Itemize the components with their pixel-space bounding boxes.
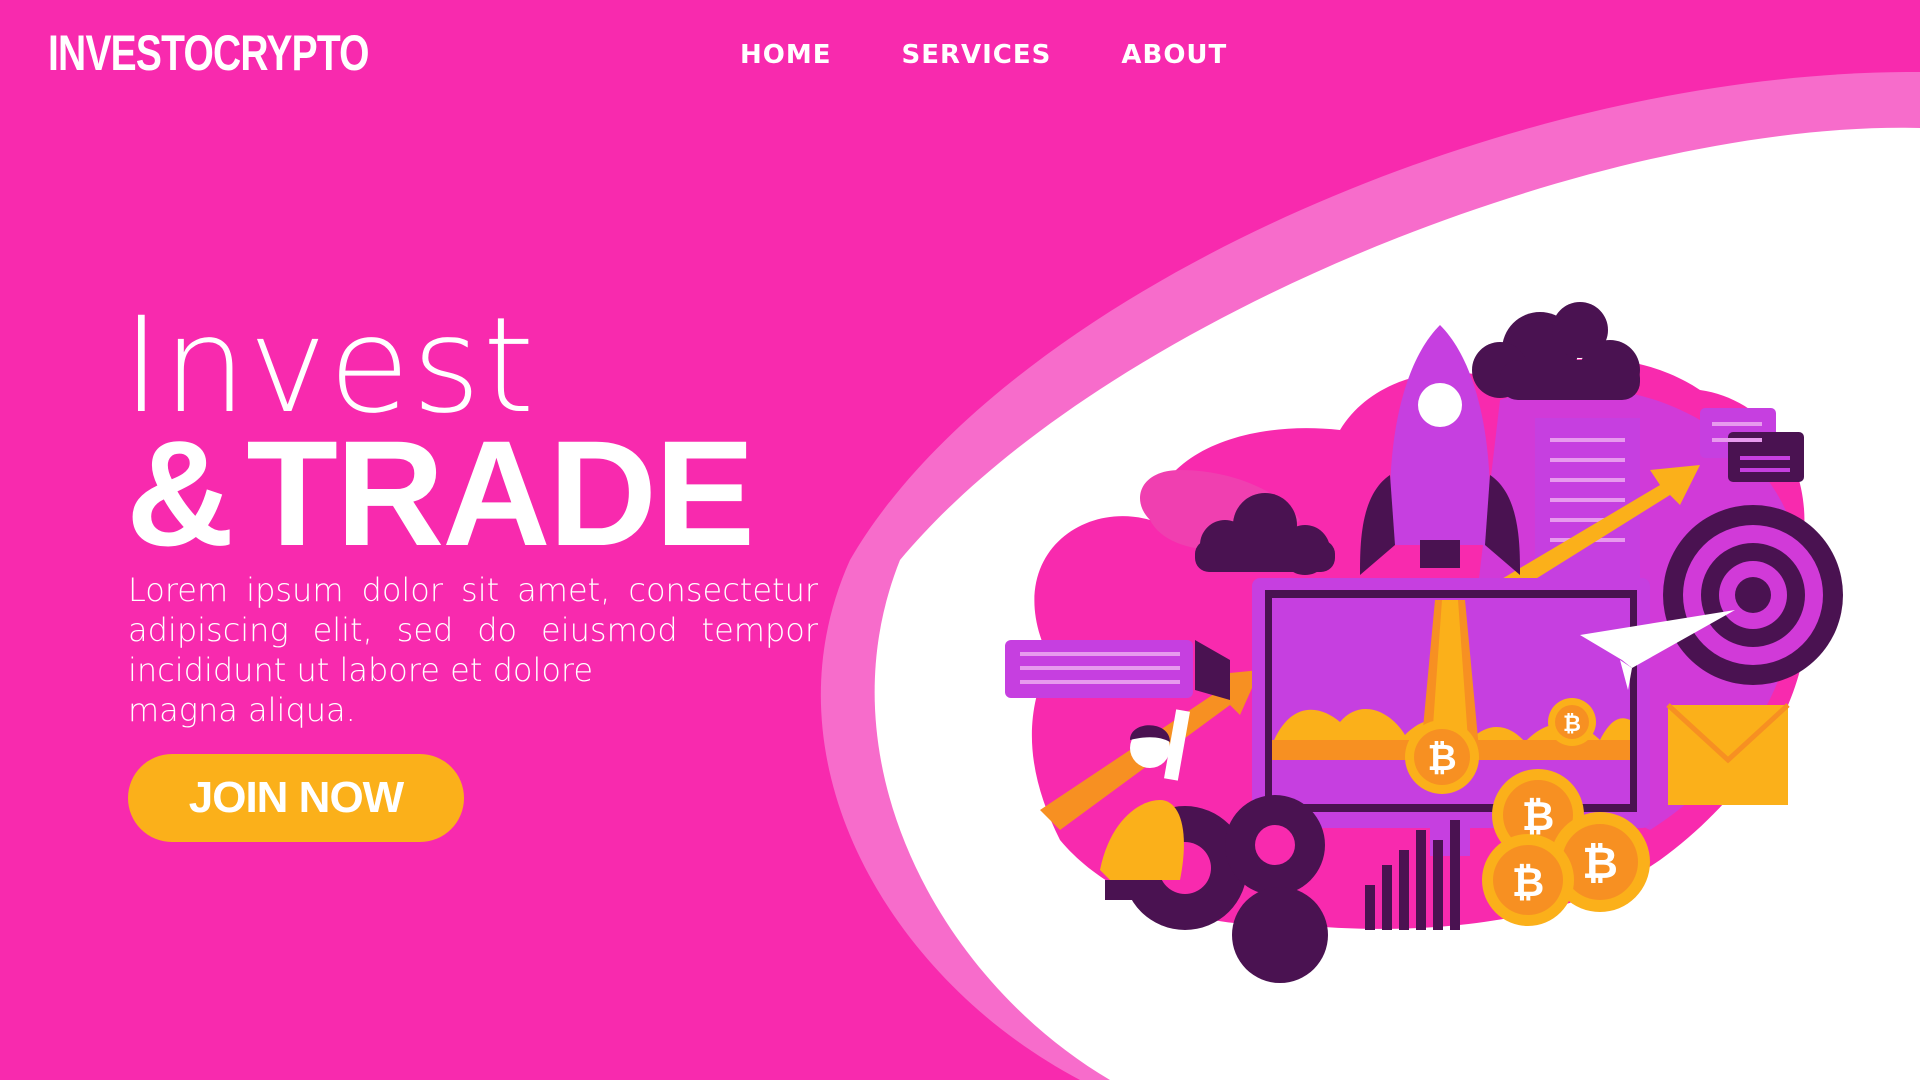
nav-about[interactable]: ABOUT	[1121, 40, 1227, 70]
coin-symbol: ₿	[1582, 838, 1618, 889]
hero-description-line: incididunt ut labore et dolore	[128, 651, 594, 689]
target-icon	[1663, 505, 1843, 685]
hero-title-trade: TRADE	[246, 409, 755, 577]
main-nav: HOME SERVICES ABOUT	[740, 40, 1227, 70]
hero-description-line: magna aliqua.	[128, 691, 356, 729]
hero-description: Lorem ipsum dolor sit amet, consectetur …	[128, 570, 818, 730]
nav-home[interactable]: HOME	[740, 40, 832, 70]
hero-description-line: Lorem ipsum dolor sit amet, consectetur	[128, 571, 818, 609]
hero-title-line2: &TRADE	[126, 418, 755, 568]
envelope-icon	[1666, 703, 1790, 805]
join-now-button[interactable]: JOIN NOW	[128, 754, 464, 842]
site-logo[interactable]: INVESTOCRYPTO	[48, 28, 369, 78]
hero-title-ampersand: &	[126, 409, 234, 577]
hero-description-line: adipiscing elit, sed do eiusmod tempor	[128, 611, 818, 649]
coin-symbol: ₿	[1512, 860, 1545, 906]
nav-services[interactable]: SERVICES	[902, 40, 1052, 70]
coin-symbol: ₿	[1563, 712, 1581, 737]
coin-symbol: ₿	[1427, 738, 1456, 779]
coin-symbol: ₿	[1522, 794, 1555, 840]
